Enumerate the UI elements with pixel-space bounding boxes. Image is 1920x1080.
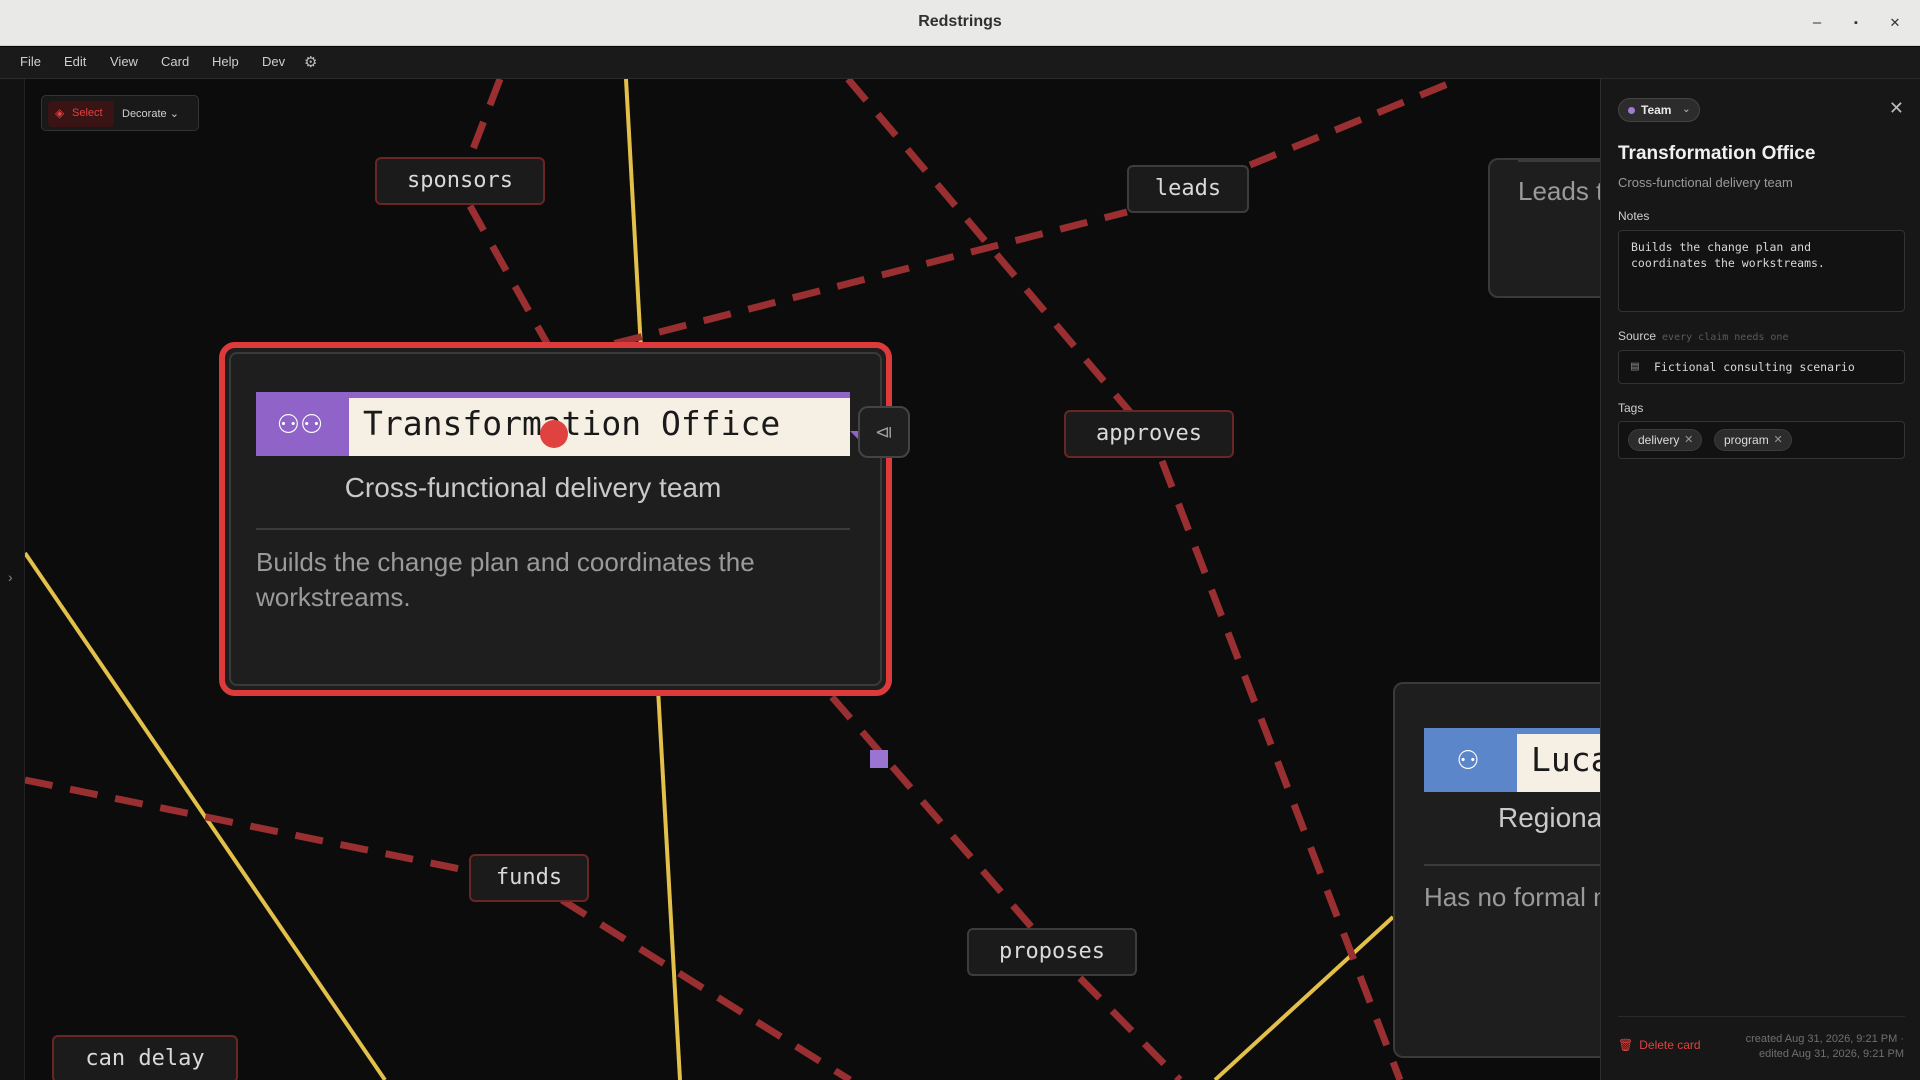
tag-chip[interactable]: delivery ✕: [1628, 429, 1703, 451]
edge-funds-left[interactable]: [24, 776, 471, 875]
source-value: Fictional consulting scenario: [1654, 360, 1855, 374]
edge-label-can-delay[interactable]: can delay: [52, 1035, 238, 1080]
panel-toggle-icon: ⧏: [875, 422, 893, 442]
type-color-dot: [1628, 107, 1635, 114]
node-title[interactable]: Transformation Office: [349, 398, 850, 456]
node-card-luca[interactable]: ⚇ Luca Regiona Has no formal managers fo…: [1393, 682, 1600, 1058]
tags-field[interactable]: delivery ✕ program ✕: [1618, 421, 1905, 459]
node-divider: [1518, 160, 1600, 162]
menu-edit[interactable]: Edit: [64, 54, 86, 69]
edge-leads-right[interactable]: [1248, 79, 1462, 169]
edge-proposes-down[interactable]: [1077, 975, 1183, 1080]
delete-card-button[interactable]: 🗑 Delete card: [1618, 1038, 1701, 1052]
window-titlebar: Redstrings – ▪ ✕: [0, 0, 1920, 46]
edge-leads-left[interactable]: [569, 208, 1128, 359]
menu-file[interactable]: File: [20, 54, 41, 69]
edge-sponsors-down[interactable]: [466, 204, 557, 356]
node-card-transformation-office[interactable]: ⚇⚇ Transformation Office Cross-functiona…: [219, 342, 892, 696]
menu-help[interactable]: Help: [212, 54, 239, 69]
select-mode-button[interactable]: ◈ Select: [48, 101, 114, 127]
left-collapse-strip[interactable]: ›: [0, 79, 25, 1080]
resize-handle[interactable]: [870, 750, 888, 768]
chevron-right-icon[interactable]: ›: [8, 569, 13, 585]
menu-dev[interactable]: Dev: [262, 54, 285, 69]
document-icon: ▤: [1631, 359, 1639, 374]
select-mode-label: Select: [72, 107, 103, 119]
close-panel-icon[interactable]: ✕: [1889, 98, 1904, 119]
remove-tag-icon[interactable]: ✕: [1684, 430, 1693, 450]
node-divider: [256, 528, 850, 530]
chevron-down-icon: ⌄: [1682, 104, 1691, 115]
created-timestamp: created Aug 31, 2026, 9:21 PM ·: [1745, 1033, 1904, 1045]
edited-timestamp: edited Aug 31, 2026, 9:21 PM: [1759, 1048, 1904, 1060]
card-type-dropdown[interactable]: Team ⌄: [1618, 98, 1701, 122]
node-title-bar: Transformation Office: [344, 392, 850, 456]
source-hint: every claim needs one: [1662, 332, 1789, 343]
tags-label: Tags: [1618, 401, 1644, 415]
source-field[interactable]: ▤ Fictional consulting scenario: [1618, 350, 1905, 384]
edge-label-leads[interactable]: leads: [1127, 165, 1249, 213]
maximize-button[interactable]: ▪: [1846, 13, 1866, 33]
node-title: Luca: [1517, 734, 1600, 792]
menu-card[interactable]: Card: [161, 54, 189, 69]
source-label: Source: [1618, 329, 1657, 343]
connection-handle[interactable]: [540, 420, 568, 448]
edge-yellow-1[interactable]: [624, 79, 643, 350]
decorate-dropdown[interactable]: Decorate ⌄: [122, 107, 179, 120]
window-title: Redstrings: [918, 13, 1002, 30]
canvas-toolbar: ◈ Select Decorate ⌄: [41, 95, 199, 131]
edge-label-funds[interactable]: funds: [469, 854, 589, 902]
menu-bar: File Edit View Card Help Dev ⚙: [0, 47, 1920, 79]
people-icon: ⚇⚇: [276, 409, 324, 439]
node-subtitle: Regiona: [1498, 802, 1600, 833]
close-window-button[interactable]: ✕: [1885, 13, 1905, 33]
edge-label-sponsors[interactable]: sponsors: [375, 157, 545, 205]
minimize-button[interactable]: –: [1807, 13, 1827, 33]
edge-label-approves[interactable]: approves: [1064, 410, 1234, 458]
notes-label: Notes: [1618, 209, 1650, 223]
node-divider: [1424, 864, 1600, 866]
node-card-partial-top[interactable]: Leads t suppor: [1488, 158, 1600, 298]
open-panel-button[interactable]: ⧏: [858, 406, 910, 458]
menu-view[interactable]: View: [110, 54, 138, 69]
card-inspector-panel: Team ⌄ ✕ Transformation Office Cross-fun…: [1600, 79, 1920, 1080]
remove-tag-icon[interactable]: ✕: [1773, 430, 1782, 450]
tag-label: delivery: [1638, 433, 1680, 447]
edge-proposes-up[interactable]: [829, 694, 1038, 934]
footer-divider: [1618, 1016, 1905, 1017]
panel-title[interactable]: Transformation Office: [1618, 143, 1815, 165]
panel-subtitle[interactable]: Cross-functional delivery team: [1618, 175, 1793, 190]
card-timestamps: created Aug 31, 2026, 9:21 PM · edited A…: [1746, 1032, 1904, 1062]
trash-icon: 🗑: [1618, 1038, 1634, 1052]
delete-card-label: Delete card: [1639, 1038, 1701, 1052]
node-title-bar: Luca: [1512, 728, 1600, 792]
tag-label: program: [1724, 433, 1769, 447]
node-description: Builds the change plan and coordinates t…: [256, 547, 755, 612]
card-type-label: Team: [1641, 103, 1672, 117]
edge-label-proposes[interactable]: proposes: [967, 928, 1137, 976]
edge-sponsors-up[interactable]: [466, 79, 504, 159]
tag-chip[interactable]: program ✕: [1714, 429, 1792, 451]
graph-canvas[interactable]: › ◈ Select Decorate ⌄ sponsors leads app…: [0, 79, 1600, 1080]
edge-approves-down[interactable]: [1158, 459, 1404, 1080]
node-icon-box: ⚇⚇: [256, 392, 344, 456]
layers-icon: ◈: [55, 106, 65, 120]
node-subtitle: Cross-functional delivery team: [344, 472, 722, 503]
edge-funds-right[interactable]: [560, 897, 852, 1080]
node-description: Has no formal managers follo: [1424, 882, 1600, 912]
edge-yellow-2[interactable]: [656, 688, 682, 1080]
node-description: Leads t suppor: [1518, 176, 1600, 206]
notes-textarea[interactable]: Builds the change plan and coordinates t…: [1618, 230, 1905, 312]
person-icon: ⚇: [1424, 728, 1512, 792]
source-label-row: Source every claim needs one: [1618, 329, 1788, 343]
settings-gear-icon[interactable]: ⚙: [304, 53, 317, 71]
